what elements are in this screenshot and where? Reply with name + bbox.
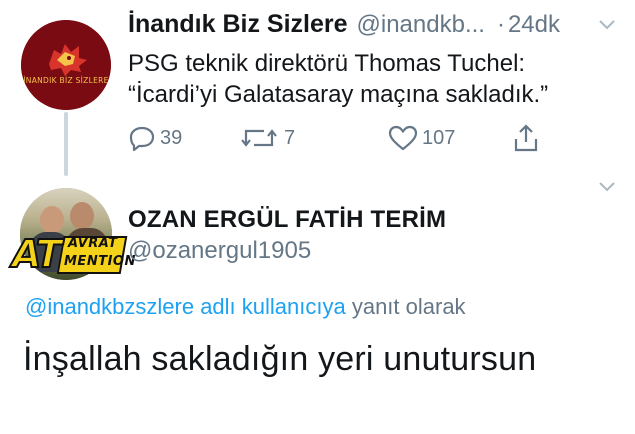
user-handle[interactable]: @inandkb...: [357, 11, 485, 39]
chevron-down-icon[interactable]: [597, 180, 617, 194]
avatar[interactable]: İNANDIK BİZ SİZLERE: [21, 20, 111, 110]
sticker-big-text: AT: [11, 231, 63, 277]
reply-count: 39: [160, 126, 183, 149]
retweet-button[interactable]: 7: [240, 122, 295, 154]
replying-to-suffix: yanıt olarak: [345, 294, 466, 319]
thread-connector-line: [64, 112, 68, 176]
share-icon: [514, 124, 538, 152]
sticker-word: MENTION: [64, 254, 136, 269]
like-button[interactable]: 107: [388, 122, 455, 154]
avatar-caption: İNANDIK BİZ SİZLERE: [23, 76, 109, 85]
tweet-text-line: “İcardi’yi Galatasaray maçına sakladık.”: [128, 81, 549, 108]
avatar-figure: [70, 202, 94, 230]
display-name[interactable]: İnandık Biz Sizlere: [128, 10, 348, 39]
avatar-sticker: AT AVRAT MENTION: [10, 230, 135, 280]
timestamp[interactable]: 24dk: [508, 11, 560, 39]
retweet-count: 7: [284, 126, 296, 149]
replying-to-link[interactable]: @inandkbzszlere adlı kullanıcıya: [25, 294, 346, 319]
separator-dot: ·: [496, 11, 505, 38]
lion-logo-icon: [21, 20, 111, 110]
tweet-text: PSG teknik direktörü Thomas Tuchel: “İca…: [128, 48, 608, 110]
tweet-actions: 39 7 107: [128, 122, 558, 154]
share-button[interactable]: [513, 122, 539, 154]
tweet-header: İnandık Biz Sizlere @inandkb... · 24dk: [128, 10, 598, 44]
like-count: 107: [422, 126, 456, 149]
user-handle[interactable]: @ozanergul1905: [128, 237, 311, 265]
reply-icon: [129, 126, 155, 152]
sticker-word: AVRAT: [68, 236, 118, 251]
retweet-icon: [241, 129, 277, 147]
reply-button[interactable]: 39: [128, 122, 182, 154]
display-name[interactable]: OZAN ERGÜL FATİH TERİM: [128, 206, 446, 234]
like-icon: [388, 125, 418, 151]
chevron-down-icon[interactable]: [597, 18, 617, 32]
replying-to-context: @inandkbzszlere adlı kullanıcıya yanıt o…: [25, 294, 466, 320]
tweet-text-line: PSG teknik direktörü Thomas Tuchel:: [128, 50, 526, 77]
reply-tweet-text: İnşallah sakladığın yeri unutursun: [23, 340, 537, 378]
